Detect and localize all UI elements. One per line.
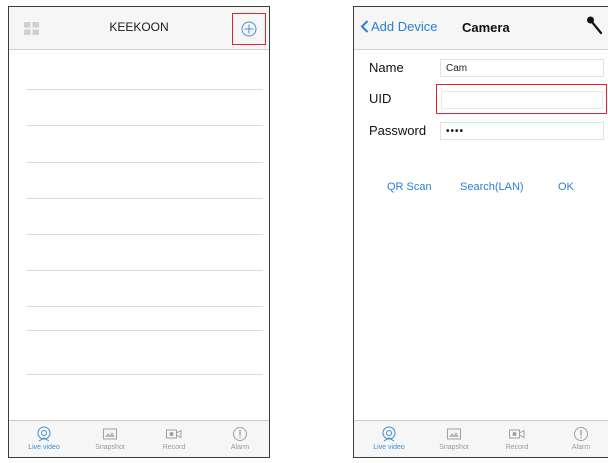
tab-record[interactable]: Record <box>487 421 547 457</box>
tab-bar: Live video Snapshot Record Alarm <box>9 420 269 457</box>
tab-record[interactable]: Record <box>144 421 204 457</box>
uid-label: UID <box>369 91 392 106</box>
snapshot-icon <box>103 428 117 440</box>
ok-button[interactable]: OK <box>558 181 574 193</box>
tab-snapshot[interactable]: Snapshot <box>424 421 484 457</box>
list-separator <box>27 162 263 163</box>
tab-label: Alarm <box>230 444 250 451</box>
qr-scan-button[interactable]: QR Scan <box>387 181 432 193</box>
list-separator <box>27 306 263 307</box>
list-separator <box>27 374 263 375</box>
password-field[interactable]: •••• <box>440 122 604 140</box>
list-separator <box>27 89 263 90</box>
list-separator <box>27 270 263 271</box>
name-field[interactable]: Cam <box>440 59 604 77</box>
chevron-left-icon <box>360 20 369 33</box>
alarm-icon <box>233 427 247 441</box>
add-camera-screen: Add Device Camera Name Cam UID Password … <box>353 6 608 458</box>
live-video-icon <box>37 426 51 442</box>
add-device-button[interactable] <box>232 13 266 45</box>
list-separator <box>27 125 263 126</box>
tab-snapshot[interactable]: Snapshot <box>80 421 140 457</box>
alarm-icon <box>574 427 588 441</box>
tab-live-video[interactable]: Live video <box>359 421 419 457</box>
back-button[interactable]: Add Device <box>360 19 437 34</box>
page-title: Camera <box>462 20 510 35</box>
list-separator <box>27 198 263 199</box>
tab-alarm[interactable]: Alarm <box>210 421 269 457</box>
nav-bar: KEEKOON <box>9 7 269 50</box>
wrench-icon[interactable] <box>586 15 604 42</box>
tab-label: Live video <box>373 444 405 451</box>
plus-circle-icon <box>241 21 257 37</box>
tab-label: Snapshot <box>95 444 125 451</box>
name-label: Name <box>369 60 404 75</box>
live-video-icon <box>382 426 396 442</box>
app-title: KEEKOON <box>109 20 169 34</box>
snapshot-icon <box>447 428 461 440</box>
list-separator <box>27 330 263 331</box>
search-lan-button[interactable]: Search(LAN) <box>460 181 524 193</box>
tab-bar: Live video Snapshot Record Alarm <box>354 420 608 457</box>
tab-alarm[interactable]: Alarm <box>551 421 608 457</box>
nav-bar: Add Device Camera <box>354 7 608 50</box>
record-icon <box>509 429 525 439</box>
back-label: Add Device <box>371 19 438 34</box>
tab-label: Record <box>505 444 529 451</box>
tab-label: Record <box>162 444 186 451</box>
record-icon <box>166 429 182 439</box>
tab-live-video[interactable]: Live video <box>14 421 74 457</box>
device-list-screen: KEEKOON Live video Snapshot Record Alarm <box>8 6 270 458</box>
tab-label: Snapshot <box>439 444 469 451</box>
tab-label: Alarm <box>571 444 591 451</box>
password-label: Password <box>369 123 427 138</box>
tab-label: Live video <box>28 444 60 451</box>
uid-field[interactable] <box>441 91 603 109</box>
uid-highlight <box>436 84 607 114</box>
list-separator <box>27 234 263 235</box>
